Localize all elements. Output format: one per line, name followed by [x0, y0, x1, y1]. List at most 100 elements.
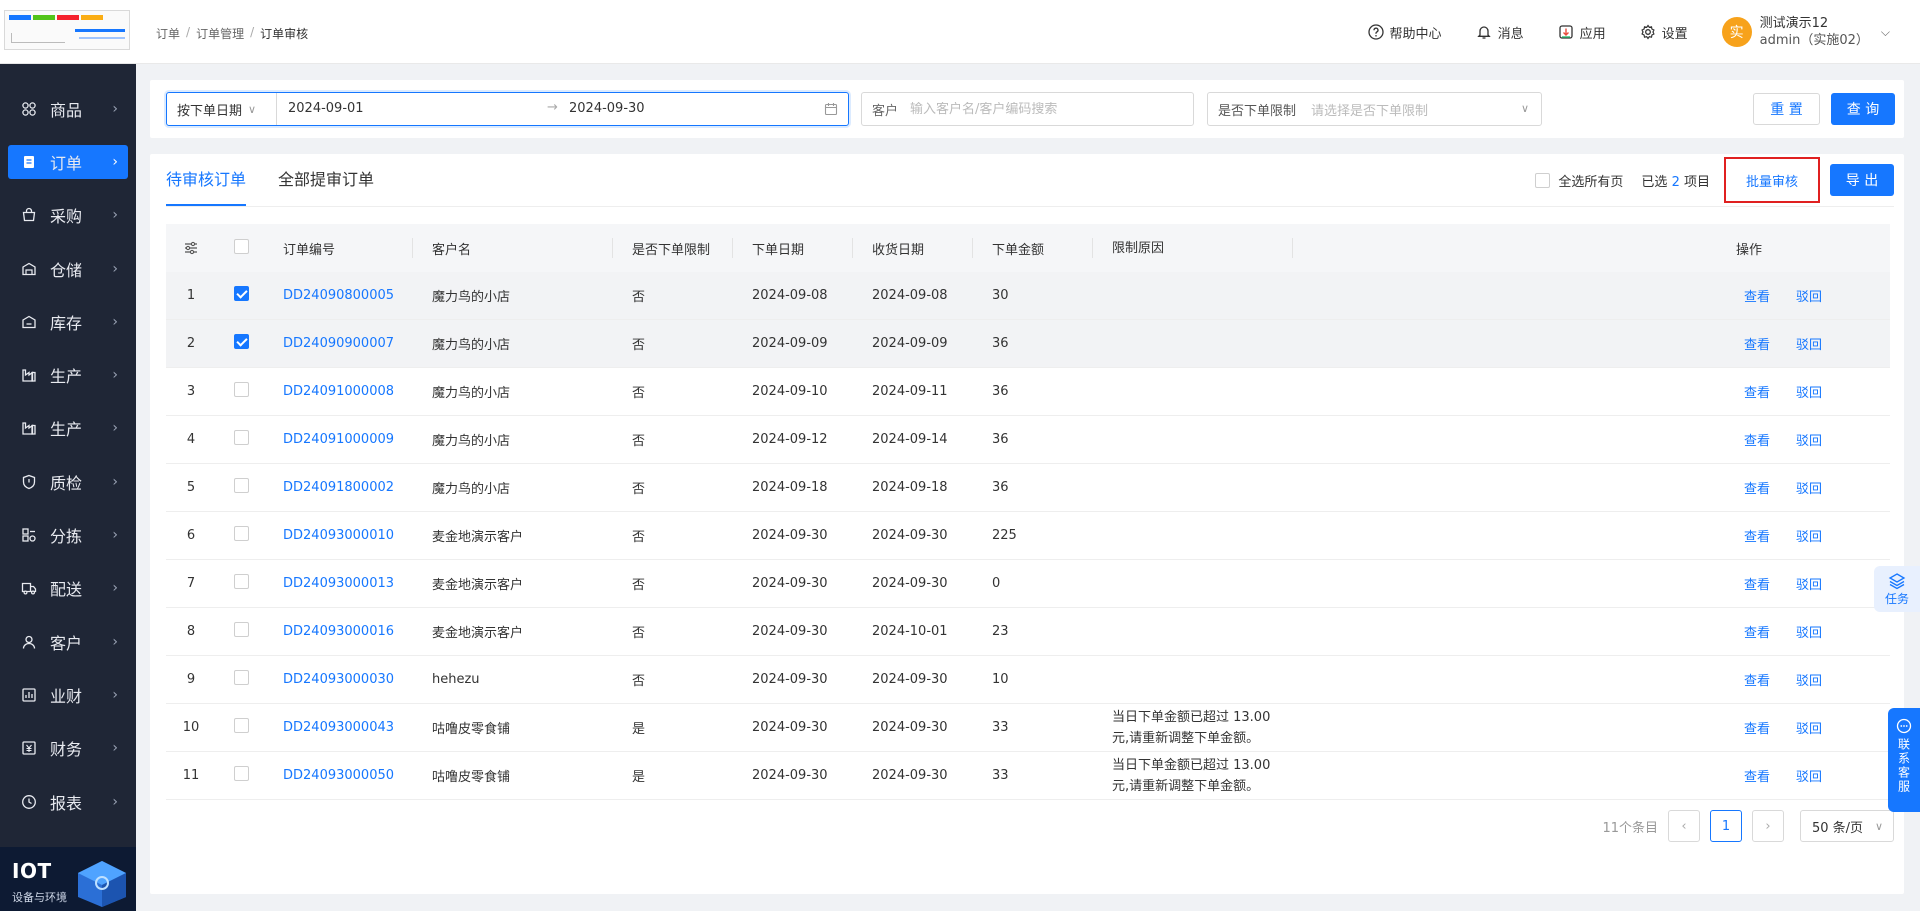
user-menu[interactable]: 实 测试演示12 admin（实施02） ⌵	[1721, 15, 1890, 49]
view-link[interactable]: 查看	[1744, 334, 1770, 353]
row-checkbox[interactable]	[234, 382, 249, 401]
row-checkbox[interactable]	[234, 766, 249, 785]
row-checkbox[interactable]	[234, 334, 249, 353]
order-number-link[interactable]: DD24091000009	[283, 432, 394, 447]
reject-link[interactable]: 驳回	[1796, 526, 1822, 545]
help-center-button[interactable]: 帮助中心	[1367, 23, 1442, 42]
view-link[interactable]: 查看	[1744, 622, 1770, 641]
sidebar-item-14[interactable]: 报表 ›	[0, 775, 136, 828]
prev-page-button[interactable]: ‹	[1668, 810, 1700, 842]
reset-button[interactable]: 重 置	[1753, 93, 1820, 125]
table-row[interactable]: 8 DD24093000016 麦金地演示客户 否 2024-09-30 2024-10-…	[166, 608, 1890, 656]
row-checkbox[interactable]	[234, 574, 249, 593]
task-float-button[interactable]: 任务	[1874, 566, 1920, 612]
row-checkbox[interactable]	[234, 718, 249, 737]
page-size-select[interactable]: 50 条/页 ∨	[1800, 810, 1894, 842]
order-number-link[interactable]: DD24093000010	[283, 528, 394, 543]
reject-link[interactable]: 驳回	[1796, 670, 1822, 689]
view-link[interactable]: 查看	[1744, 286, 1770, 305]
header-select-all-checkbox[interactable]	[234, 238, 249, 258]
query-button[interactable]: 查 询	[1831, 93, 1895, 125]
sidebar-item-6[interactable]: 生产 ›	[0, 348, 136, 401]
checkbox[interactable]	[1535, 172, 1551, 188]
date-to-input[interactable]: 2024-09-30	[569, 101, 645, 116]
reject-link[interactable]: 驳回	[1796, 766, 1822, 785]
tab-pending-review[interactable]: 待审核订单	[166, 154, 247, 206]
sidebar-item-7[interactable]: 生产 ›	[0, 402, 136, 455]
select-all-pages-checkbox[interactable]: 全选所有页	[1535, 171, 1623, 190]
table-row[interactable]: 7 DD24093000013 麦金地演示客户 否 2024-09-30 2024-09-…	[166, 560, 1890, 608]
sidebar-item-13[interactable]: 财务 ›	[0, 722, 136, 775]
order-number-link[interactable]: DD24090900007	[283, 336, 394, 351]
reject-link[interactable]: 驳回	[1796, 574, 1822, 593]
row-checkbox[interactable]	[234, 670, 249, 689]
view-link[interactable]: 查看	[1744, 766, 1770, 785]
date-type-select[interactable]: 按下单日期 ∨	[167, 93, 277, 125]
customer-service-float-button[interactable]: 联系客服	[1888, 708, 1920, 812]
order-number-link[interactable]: DD24093000016	[283, 624, 394, 639]
export-button[interactable]: 导 出	[1830, 164, 1894, 196]
table-row[interactable]: 6 DD24093000010 麦金地演示客户 否 2024-09-30 2024-09-…	[166, 512, 1890, 560]
logo-area[interactable]	[0, 0, 136, 64]
date-from-input[interactable]: 2024-09-01	[288, 101, 364, 116]
table-row[interactable]: 9 DD24093000030 hehezu 否 2024-09-30 2024-09-3…	[166, 656, 1890, 704]
customer-search-input[interactable]	[910, 101, 1180, 117]
order-number-link[interactable]: DD24091000008	[283, 384, 394, 399]
breadcrumb-item-order-management[interactable]: 订单管理	[196, 25, 244, 42]
row-checkbox[interactable]	[234, 478, 249, 497]
view-link[interactable]: 查看	[1744, 382, 1770, 401]
row-checkbox[interactable]	[234, 622, 249, 641]
tab-all-submitted[interactable]: 全部提审订单	[278, 154, 374, 206]
reject-link[interactable]: 驳回	[1796, 718, 1822, 737]
sidebar-item-1[interactable]: 商品 ›	[0, 82, 136, 135]
reject-link[interactable]: 驳回	[1796, 286, 1822, 305]
view-link[interactable]: 查看	[1744, 478, 1770, 497]
order-number-link[interactable]: DD24093000050	[283, 768, 394, 783]
reject-link[interactable]: 驳回	[1796, 382, 1822, 401]
iot-banner[interactable]: IOT 设备与环境	[0, 847, 136, 911]
table-row[interactable]: 11 DD24093000050 咕噜皮零食铺 是 2024-09-30 2024-09-…	[166, 752, 1890, 800]
customer-search-field[interactable]: 客户	[861, 92, 1194, 126]
table-row[interactable]: 4 DD24091000009 魔力鸟的小店 否 2024-09-12 2024-09-1…	[166, 416, 1890, 464]
view-link[interactable]: 查看	[1744, 718, 1770, 737]
breadcrumb-item-order[interactable]: 订单	[156, 25, 180, 42]
sidebar-item-11[interactable]: 客户 ›	[0, 615, 136, 668]
sidebar-item-2[interactable]: 订单 ›	[0, 135, 136, 188]
view-link[interactable]: 查看	[1744, 574, 1770, 593]
order-number-link[interactable]: DD24090800005	[283, 288, 394, 303]
table-row[interactable]: 1 DD24090800005 魔力鸟的小店 否 2024-09-08 2024-09-0…	[166, 272, 1890, 320]
sidebar-item-5[interactable]: 库存 ›	[0, 295, 136, 348]
sidebar-item-10[interactable]: 配送 ›	[0, 562, 136, 615]
table-row[interactable]: 2 DD24090900007 魔力鸟的小店 否 2024-09-09 2024-09-0…	[166, 320, 1890, 368]
batch-approve-button[interactable]: 批量审核	[1724, 157, 1820, 203]
next-page-button[interactable]: ›	[1752, 810, 1784, 842]
table-row[interactable]: 10 DD24093000043 咕噜皮零食铺 是 2024-09-30 2024-09-…	[166, 704, 1890, 752]
sidebar-item-4[interactable]: 仓储 ›	[0, 242, 136, 295]
sidebar-item-12[interactable]: 业财 ›	[0, 668, 136, 721]
row-checkbox[interactable]	[234, 526, 249, 545]
order-limit-select[interactable]: 是否下单限制 请选择是否下单限制 ∨	[1207, 92, 1542, 126]
table-row[interactable]: 5 DD24091800002 魔力鸟的小店 否 2024-09-18 2024-09-1…	[166, 464, 1890, 512]
order-number-link[interactable]: DD24093000043	[283, 720, 394, 735]
view-link[interactable]: 查看	[1744, 430, 1770, 449]
table-row[interactable]: 3 DD24091000008 魔力鸟的小店 否 2024-09-10 2024-09-1…	[166, 368, 1890, 416]
reject-link[interactable]: 驳回	[1796, 478, 1822, 497]
messages-button[interactable]: 消息	[1476, 23, 1524, 42]
page-number-button[interactable]: 1	[1710, 810, 1742, 842]
order-number-link[interactable]: DD24093000030	[283, 672, 394, 687]
reject-link[interactable]: 驳回	[1796, 622, 1822, 641]
reject-link[interactable]: 驳回	[1796, 430, 1822, 449]
view-link[interactable]: 查看	[1744, 670, 1770, 689]
apps-button[interactable]: 应用	[1558, 23, 1606, 42]
settings-button[interactable]: 设置	[1640, 23, 1688, 42]
sidebar-item-9[interactable]: 分拣 ›	[0, 508, 136, 561]
order-number-link[interactable]: DD24091800002	[283, 480, 394, 495]
view-link[interactable]: 查看	[1744, 526, 1770, 545]
date-range-picker[interactable]: 按下单日期 ∨ 2024-09-01 → 2024-09-30	[166, 92, 849, 126]
sidebar-item-3[interactable]: 采购 ›	[0, 189, 136, 242]
reject-link[interactable]: 驳回	[1796, 334, 1822, 353]
row-checkbox[interactable]	[234, 430, 249, 449]
order-number-link[interactable]: DD24093000013	[283, 576, 394, 591]
column-settings-icon[interactable]	[183, 240, 199, 256]
row-checkbox[interactable]	[234, 286, 249, 305]
